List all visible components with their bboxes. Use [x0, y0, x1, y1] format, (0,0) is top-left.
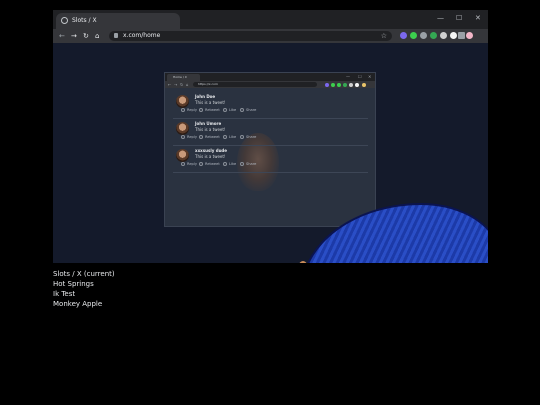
share-label: Share [246, 108, 257, 112]
like-icon [223, 107, 227, 112]
reply-label: Reply [187, 108, 197, 112]
embedded-browser-screenshot: Home / X — ☐ ✕ ← → ↻ ⌂ https://x.com Joh… [164, 72, 376, 227]
inner-ext-icon-1[interactable] [325, 82, 329, 87]
tab-list-item-current[interactable]: Slots / X (current) [53, 269, 115, 279]
inner-minimize-button[interactable]: — [346, 73, 350, 80]
tweet-card[interactable]: John Umore This is a tweet! Reply Retwee… [173, 119, 368, 146]
inner-profile-avatar[interactable] [362, 82, 366, 87]
share-button[interactable]: Share [240, 161, 256, 167]
inner-ext-icon-6[interactable] [355, 82, 359, 87]
like-label: Like [229, 162, 237, 166]
tab-list: Slots / X (current) Hot Springs Ik Test … [53, 269, 115, 309]
retweet-label: Retweet [205, 162, 220, 166]
retweet-button[interactable]: Retweet [199, 161, 220, 167]
tab-title: Slots / X [72, 17, 97, 24]
inner-close-button[interactable]: ✕ [368, 73, 371, 80]
browser-window: Slots / X — ☐ ✕ ← → ↻ ⌂ x.com/home ☆ Hom… [53, 10, 488, 263]
share-icon [240, 107, 244, 112]
inner-ext-icon-5[interactable] [349, 82, 353, 87]
inner-toolbar: ← → ↻ ⌂ https://x.com [165, 81, 375, 88]
reply-label: Reply [187, 135, 197, 139]
inner-reload-icon[interactable]: ↻ [180, 81, 183, 88]
tab-list-item[interactable]: Monkey Apple [53, 299, 115, 309]
like-button[interactable]: Like [223, 134, 236, 140]
reply-icon [181, 161, 185, 166]
tab-strip: Slots / X — ☐ ✕ [53, 10, 488, 29]
back-arrow-icon[interactable]: ← [59, 31, 65, 41]
share-icon [240, 161, 244, 166]
reply-button[interactable]: Reply [181, 134, 197, 140]
like-icon [223, 134, 227, 139]
share-icon [240, 134, 244, 139]
tab-list-item[interactable]: Hot Springs [53, 279, 115, 289]
share-label: Share [246, 135, 257, 139]
ext-icon-6[interactable] [450, 32, 457, 39]
share-button[interactable]: Share [240, 107, 256, 113]
puzzle-icon[interactable] [458, 32, 465, 39]
toolbar: ← → ↻ ⌂ x.com/home ☆ [53, 29, 488, 43]
address-bar[interactable]: x.com/home ☆ [109, 31, 392, 41]
tab-current[interactable]: Slots / X [56, 13, 180, 29]
share-label: Share [246, 162, 257, 166]
lock-icon [114, 33, 118, 38]
tweet-card[interactable]: xxxsusly dude This is a tweet! Reply Ret… [173, 146, 368, 173]
retweet-label: Retweet [205, 135, 220, 139]
inner-back-icon[interactable]: ← [168, 81, 171, 88]
retweet-label: Retweet [205, 108, 220, 112]
retweet-button[interactable]: Retweet [199, 107, 220, 113]
inner-address-bar[interactable]: https://x.com [193, 82, 317, 87]
tweet-card[interactable]: John Doe This is a tweet! Reply Retweet … [173, 92, 368, 119]
profile-avatar[interactable] [466, 32, 473, 39]
bookmark-star-icon[interactable]: ☆ [381, 31, 387, 41]
like-label: Like [229, 135, 237, 139]
inner-forward-icon[interactable]: → [174, 81, 177, 88]
retweet-button[interactable]: Retweet [199, 134, 220, 140]
ext-icon-2[interactable] [410, 32, 417, 39]
inner-tab[interactable]: Home / X [167, 74, 200, 81]
reply-icon [181, 134, 185, 139]
inner-ext-icon-4[interactable] [343, 82, 347, 87]
ext-icon-4[interactable] [430, 32, 437, 39]
inner-ext-icon-3[interactable] [337, 82, 341, 87]
reply-label: Reply [187, 162, 197, 166]
close-button[interactable]: ✕ [475, 13, 481, 23]
page-content: Home / X — ☐ ✕ ← → ↻ ⌂ https://x.com Joh… [53, 43, 488, 263]
tweet-text: This is a tweet! [195, 127, 226, 132]
inner-address-url: https://x.com [198, 82, 218, 86]
inner-maximize-button[interactable]: ☐ [358, 73, 362, 80]
home-icon[interactable]: ⌂ [95, 31, 99, 41]
tab-list-item[interactable]: Ik Test [53, 289, 115, 299]
ext-icon-5[interactable] [440, 32, 447, 39]
x-favicon-icon [61, 17, 68, 24]
reply-button[interactable]: Reply [181, 107, 197, 113]
ext-icon-1[interactable] [400, 32, 407, 39]
retweet-icon [199, 107, 203, 112]
inner-home-icon[interactable]: ⌂ [186, 81, 189, 88]
inner-tab-strip: Home / X — ☐ ✕ [165, 73, 375, 81]
retweet-icon [199, 134, 203, 139]
address-url: x.com/home [123, 32, 161, 39]
reload-icon[interactable]: ↻ [83, 31, 89, 41]
like-icon [223, 161, 227, 166]
like-label: Like [229, 108, 237, 112]
like-button[interactable]: Like [223, 107, 236, 113]
tweet-text: This is a tweet! [195, 154, 226, 159]
reply-button[interactable]: Reply [181, 161, 197, 167]
inner-tab-title: Home / X [173, 75, 187, 79]
minimize-button[interactable]: — [437, 13, 444, 23]
like-button[interactable]: Like [223, 161, 236, 167]
reply-icon [181, 107, 185, 112]
inner-ext-icon-2[interactable] [331, 82, 335, 87]
retweet-icon [199, 161, 203, 166]
forward-arrow-icon[interactable]: → [71, 31, 77, 41]
maximize-button[interactable]: ☐ [456, 13, 462, 23]
share-button[interactable]: Share [240, 134, 256, 140]
tweet-text: This is a tweet! [195, 100, 226, 105]
ext-icon-3[interactable] [420, 32, 427, 39]
